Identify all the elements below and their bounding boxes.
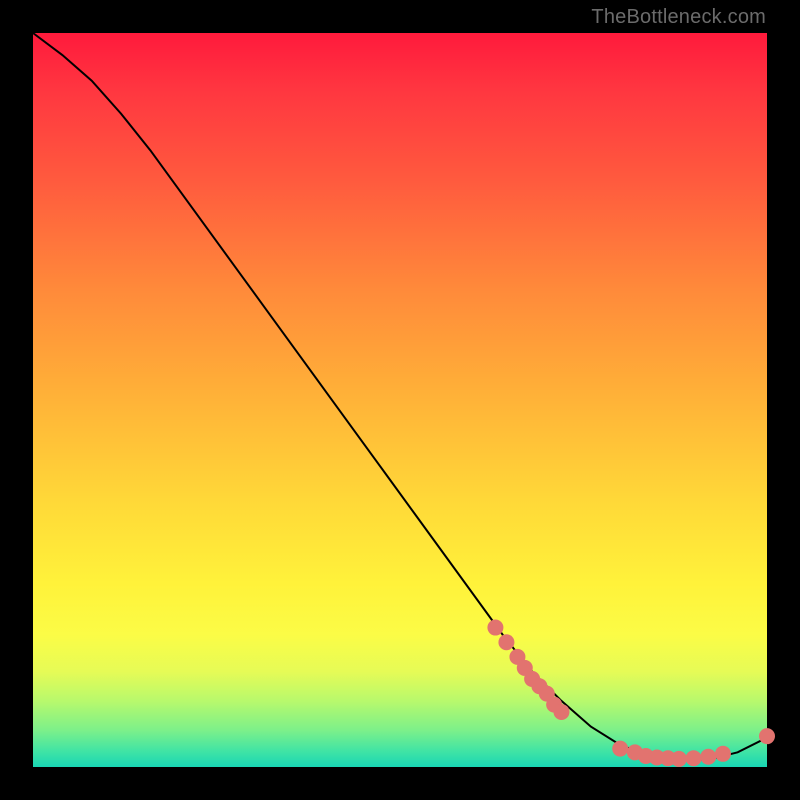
marker-dot <box>498 634 514 650</box>
marker-dot <box>487 620 503 636</box>
marker-dot <box>700 749 716 765</box>
chart-stage: TheBottleneck.com <box>0 0 800 800</box>
curve-line <box>33 33 767 760</box>
marker-dot <box>671 751 687 767</box>
marker-dot <box>686 750 702 766</box>
marker-dot <box>612 741 628 757</box>
marker-dots <box>487 620 775 767</box>
marker-dot <box>553 704 569 720</box>
watermark-text: TheBottleneck.com <box>591 6 766 29</box>
chart-overlay-svg <box>33 33 767 767</box>
marker-dot <box>715 746 731 762</box>
marker-dot <box>759 728 775 744</box>
